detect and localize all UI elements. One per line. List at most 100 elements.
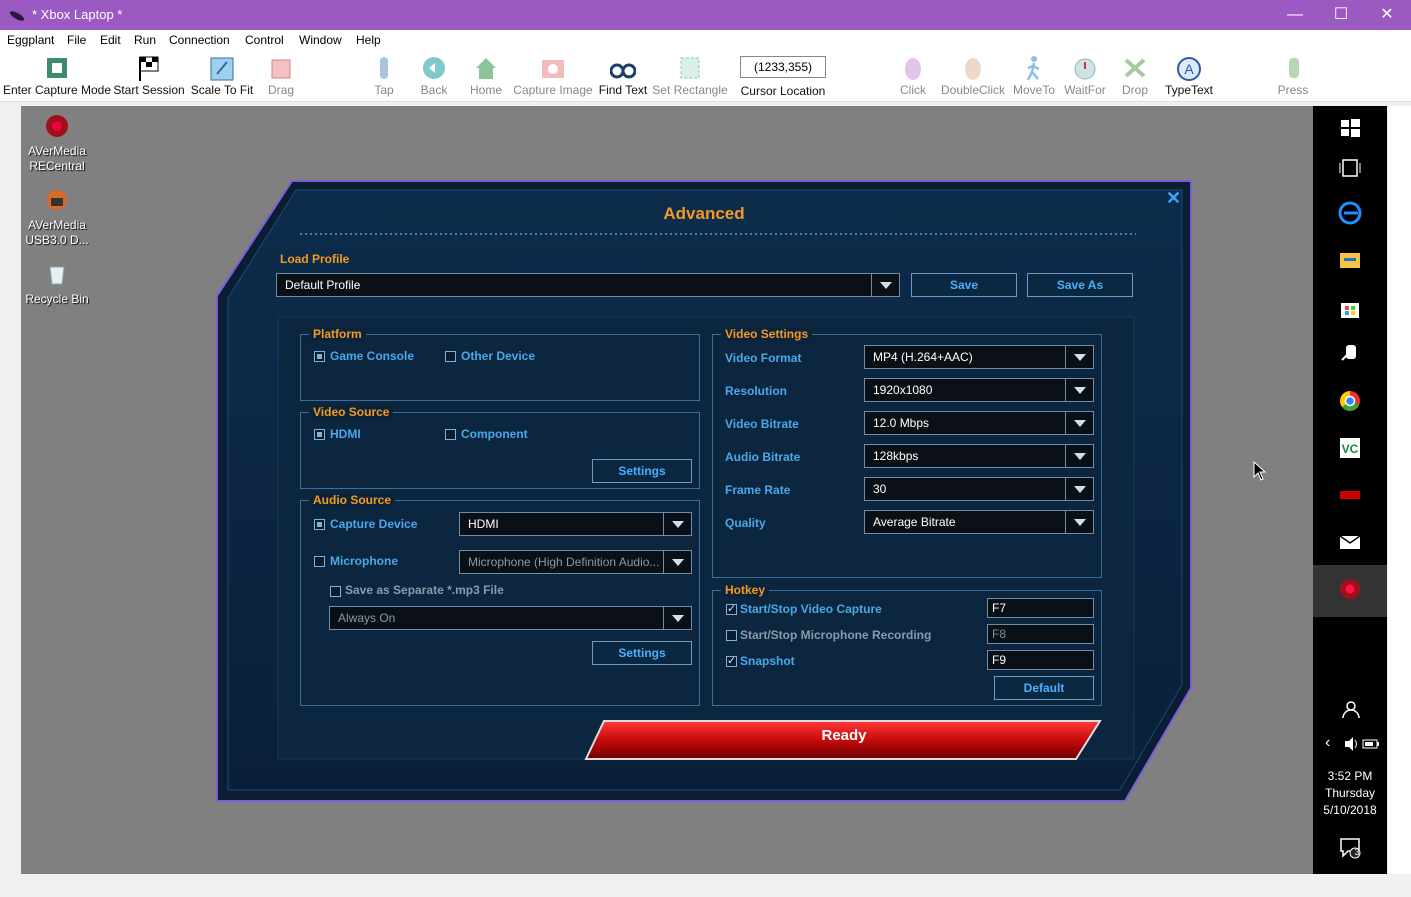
back-label: Back: [420, 83, 448, 97]
menu-control[interactable]: Control: [245, 33, 284, 47]
scale-to-fit-button[interactable]: Scale To Fit: [188, 54, 256, 97]
waitfor-button[interactable]: WaitFor: [1062, 54, 1108, 97]
minimize-button[interactable]: —: [1272, 0, 1318, 30]
clock-time: 3:52 PM: [1327, 769, 1373, 783]
webtv-icon[interactable]: [1338, 483, 1362, 507]
start-session-button[interactable]: Start Session: [113, 54, 185, 97]
snapshot-checkbox[interactable]: [726, 654, 737, 667]
drop-button[interactable]: Drop: [1118, 54, 1152, 97]
capture-device-select[interactable]: HDMI: [459, 512, 692, 536]
recentral-taskbar-icon[interactable]: [1338, 577, 1362, 601]
save-separate-label: Save as Separate *.mp3 File: [345, 583, 504, 597]
start-stop-mic-checkbox[interactable]: [726, 630, 737, 641]
profile-select[interactable]: Default Profile: [276, 273, 900, 297]
menu-run[interactable]: Run: [134, 33, 156, 47]
drag-label: Drag: [267, 83, 294, 97]
back-button[interactable]: Back: [415, 54, 453, 97]
close-button[interactable]: ✕: [1364, 0, 1410, 30]
menu-window[interactable]: Window: [299, 33, 342, 47]
system-clock[interactable]: 3:52 PM Thursday 5/10/2018: [1313, 768, 1387, 819]
resolution-select[interactable]: 1920x1080: [864, 378, 1094, 402]
vscode-vc-icon[interactable]: VC: [1338, 436, 1362, 460]
doubleclick-button[interactable]: DoubleClick: [938, 54, 1008, 97]
battery-icon[interactable]: [1362, 738, 1380, 750]
chrome-icon[interactable]: [1338, 389, 1362, 413]
mouse-click-icon: [905, 58, 921, 80]
quality-select[interactable]: Average Bitrate: [864, 510, 1094, 534]
component-checkbox[interactable]: [445, 429, 456, 440]
drag-button[interactable]: Drag: [260, 54, 302, 97]
home-label: Home: [469, 83, 502, 97]
video-format-select[interactable]: MP4 (H.264+AAC): [864, 345, 1094, 369]
frame-rate-select[interactable]: 30: [864, 477, 1094, 501]
edge-browser-icon[interactable]: [1338, 201, 1362, 225]
enter-capture-mode-button[interactable]: Enter Capture Mode: [2, 54, 112, 97]
save-button[interactable]: Save: [911, 273, 1017, 297]
moveto-button[interactable]: MoveTo: [1010, 54, 1058, 97]
typetext-button[interactable]: A TypeText: [1162, 54, 1216, 97]
audio-bitrate-select[interactable]: 128kbps: [864, 444, 1094, 468]
find-text-button[interactable]: Find Text: [597, 54, 649, 97]
video-bitrate-value: 12.0 Mbps: [873, 416, 930, 430]
dialog-close-icon[interactable]: ✕: [1166, 188, 1181, 209]
snapshot-hotkey-field[interactable]: F9: [987, 650, 1094, 670]
ready-button[interactable]: Ready: [606, 727, 1082, 744]
video-bitrate-label: Video Bitrate: [725, 417, 799, 431]
microphone-checkbox[interactable]: [314, 556, 325, 567]
press-button[interactable]: Press: [1276, 54, 1310, 97]
doubleclick-label: DoubleClick: [940, 83, 1006, 97]
microphone-select[interactable]: Microphone (High Definition Audio...: [459, 550, 692, 574]
windows-start-icon[interactable]: [1338, 116, 1362, 140]
tap-button[interactable]: Tap: [368, 54, 400, 97]
mic-hotkey-field[interactable]: F8: [987, 624, 1094, 644]
video-settings-group: Video Settings Video Format MP4 (H.264+A…: [712, 327, 1102, 578]
tap-label: Tap: [374, 83, 394, 97]
video-source-settings-button[interactable]: Settings: [592, 459, 692, 483]
load-profile-label: Load Profile: [280, 252, 350, 266]
menu-file[interactable]: File: [67, 33, 86, 47]
remote-desktop-icon[interactable]: [1338, 342, 1362, 366]
maximize-button[interactable]: ☐: [1318, 0, 1364, 30]
notification-count: 3: [1354, 847, 1360, 857]
scale-icon: [210, 57, 234, 81]
save-as-button[interactable]: Save As: [1027, 273, 1133, 297]
menu-edit[interactable]: Edit: [100, 33, 121, 47]
people-icon[interactable]: [1338, 698, 1362, 722]
start-stop-video-checkbox[interactable]: [726, 602, 737, 615]
volume-icon[interactable]: [1343, 736, 1361, 752]
advanced-dialog: Advanced ✕ Load Profile Default Profile …: [216, 180, 1192, 802]
menu-eggplant[interactable]: Eggplant: [7, 33, 54, 47]
set-rectangle-button[interactable]: Set Rectangle: [652, 54, 728, 97]
desktop-icon-usb3[interactable]: AVerMedia USB3.0 D...: [17, 188, 97, 248]
other-device-checkbox[interactable]: [445, 351, 456, 362]
video-format-value: MP4 (H.264+AAC): [873, 350, 973, 364]
recycle-bin-icon: [49, 266, 65, 285]
file-explorer-icon[interactable]: [1338, 248, 1362, 272]
menu-help[interactable]: Help: [356, 33, 381, 47]
menu-connection[interactable]: Connection: [169, 33, 230, 47]
chevron-left-icon[interactable]: ‹: [1325, 734, 1330, 752]
press-hand-icon: [1289, 58, 1299, 78]
default-hotkeys-button[interactable]: Default: [994, 676, 1094, 700]
eggplant-app-icon: [9, 11, 25, 21]
always-on-select[interactable]: Always On: [329, 606, 692, 630]
video-bitrate-select[interactable]: 12.0 Mbps: [864, 411, 1094, 435]
task-view-icon[interactable]: [1338, 156, 1362, 180]
capture-device-checkbox[interactable]: [314, 519, 325, 530]
video-hotkey-field[interactable]: F7: [987, 598, 1094, 618]
set-rectangle-label: Set Rectangle: [652, 83, 728, 97]
desktop-icon-recycle-bin[interactable]: Recycle Bin: [17, 262, 97, 307]
save-separate-checkbox[interactable]: [330, 586, 341, 597]
hdmi-label: HDMI: [330, 427, 361, 441]
mail-icon[interactable]: [1338, 530, 1362, 554]
hotkey-title: Hotkey: [721, 583, 770, 597]
audio-source-settings-button[interactable]: Settings: [592, 641, 692, 665]
typetext-label: TypeText: [1164, 83, 1214, 97]
game-console-checkbox[interactable]: [314, 351, 325, 362]
home-button[interactable]: Home: [466, 54, 506, 97]
click-button[interactable]: Click: [898, 54, 928, 97]
store-icon[interactable]: [1338, 296, 1362, 320]
capture-image-button[interactable]: Capture Image: [512, 54, 594, 97]
desktop-icon-recentral[interactable]: AVerMedia RECentral: [17, 114, 97, 174]
hdmi-checkbox[interactable]: [314, 429, 325, 440]
